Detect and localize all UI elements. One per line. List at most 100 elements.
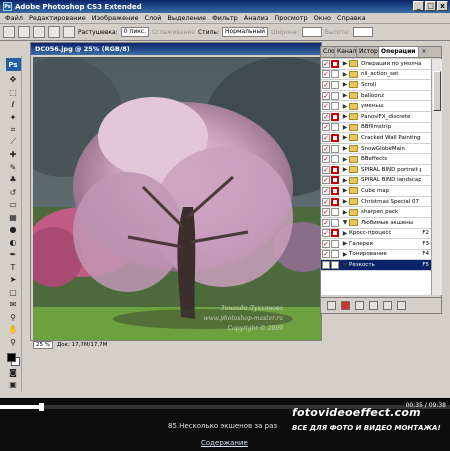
action-row[interactable]: ✓ ▶ Кросс-процесс F2 xyxy=(321,229,431,240)
menu-window[interactable]: Окно xyxy=(311,14,334,22)
screen-mode-icon[interactable]: ▣ xyxy=(7,380,19,391)
menu-edit[interactable]: Редактирование xyxy=(26,14,89,22)
collapsed-arrow-icon[interactable]: ▶ xyxy=(341,124,349,131)
action-check-icon[interactable]: ✓ xyxy=(322,186,330,195)
quick-mask-icon[interactable]: ◙ xyxy=(7,367,19,378)
action-check-icon[interactable]: ✓ xyxy=(322,59,330,68)
new-action-icon[interactable] xyxy=(383,301,392,310)
panel-scrollbar[interactable] xyxy=(431,59,442,295)
menu-help[interactable]: Справка xyxy=(334,14,369,22)
collapsed-arrow-icon[interactable]: ▶ xyxy=(341,240,349,247)
slice-tool-icon[interactable]: ⟋ xyxy=(7,137,19,148)
minimize-button[interactable]: _ xyxy=(413,1,424,11)
action-check-icon[interactable]: ✓ xyxy=(322,239,330,248)
tab-channels[interactable]: Каналы xyxy=(335,47,357,57)
zoom-field[interactable]: 25 % xyxy=(33,341,53,349)
dialog-toggle-icon[interactable] xyxy=(331,176,339,185)
action-row[interactable]: ✓ ▶ SnowGlobeMain xyxy=(321,144,431,155)
dialog-toggle-icon[interactable] xyxy=(331,123,339,132)
dialog-toggle-icon[interactable] xyxy=(331,261,339,270)
pen-tool-icon[interactable]: ✒ xyxy=(7,250,19,261)
collapsed-arrow-icon[interactable]: ▶ xyxy=(341,187,349,194)
action-row[interactable]: ✓ ▶ BBfilmstrip xyxy=(321,123,431,134)
scroll-thumb[interactable] xyxy=(433,71,441,111)
style-select[interactable]: Нормальный xyxy=(221,27,269,37)
tab-actions[interactable]: Операции xyxy=(379,47,419,57)
collapsed-arrow-icon[interactable]: ▶ xyxy=(341,71,349,78)
dialog-toggle-icon[interactable] xyxy=(331,186,339,195)
menu-image[interactable]: Изображение xyxy=(89,14,142,22)
action-row[interactable]: ✓ ▶ Christmas Special 07 xyxy=(321,197,431,208)
action-check-icon[interactable]: ✓ xyxy=(322,144,330,153)
dialog-toggle-icon[interactable] xyxy=(331,229,339,238)
progress-knob[interactable] xyxy=(38,403,44,411)
action-row[interactable]: ✓ ▼ Любимые экшены xyxy=(321,218,431,229)
action-row[interactable]: ✓ ▶ SPIRAL BIND landscape ph... xyxy=(321,176,431,187)
image-canvas[interactable]: Зинаида Лукьянова www.photoshop-master.r… xyxy=(33,57,321,347)
action-row[interactable]: ✓ ▶ Галерея F3 xyxy=(321,239,431,250)
action-check-icon[interactable]: ✓ xyxy=(322,250,330,259)
clone-stamp-icon[interactable]: ♣ xyxy=(7,175,19,186)
width-input[interactable] xyxy=(301,27,322,37)
action-row[interactable]: ✓ ▶ уменьш xyxy=(321,101,431,112)
action-check-icon[interactable] xyxy=(322,261,330,270)
collapsed-arrow-icon[interactable]: ▶ xyxy=(341,81,349,88)
dialog-toggle-icon[interactable] xyxy=(331,218,339,227)
dodge-tool-icon[interactable]: ◐ xyxy=(7,237,19,248)
action-row[interactable]: ✓ ▶ BBeffects xyxy=(321,154,431,165)
action-check-icon[interactable]: ✓ xyxy=(322,197,330,206)
menu-layer[interactable]: Слой xyxy=(141,14,164,22)
collapsed-arrow-icon[interactable]: ▶ xyxy=(341,103,349,110)
action-check-icon[interactable]: ✓ xyxy=(322,80,330,89)
intersect-selection-button[interactable] xyxy=(63,26,75,38)
maximize-button[interactable]: □ xyxy=(425,1,436,11)
gradient-tool-icon[interactable]: ▦ xyxy=(7,212,19,223)
shape-tool-icon[interactable]: ▢ xyxy=(7,287,19,298)
crop-tool-icon[interactable]: ⌗ xyxy=(7,124,19,135)
dialog-toggle-icon[interactable] xyxy=(331,155,339,164)
collapsed-arrow-icon[interactable]: ▶ xyxy=(341,177,349,184)
action-row[interactable]: ✓ ▶ Scroll xyxy=(321,80,431,91)
trash-icon[interactable] xyxy=(397,301,406,310)
stop-icon[interactable] xyxy=(327,301,336,310)
expanded-arrow-icon[interactable]: ▼ xyxy=(341,262,349,269)
menu-view[interactable]: Просмотр xyxy=(271,14,310,22)
dialog-toggle-icon[interactable] xyxy=(331,133,339,142)
type-tool-icon[interactable]: T xyxy=(7,262,19,273)
doc-size-label[interactable]: Док: 17,7M/17,7M xyxy=(57,342,107,348)
action-row[interactable]: ✓ ▶ Операции по умолчанию xyxy=(321,59,431,70)
collapsed-arrow-icon[interactable]: ▶ xyxy=(341,166,349,173)
tab-layers[interactable]: Слои xyxy=(321,47,335,57)
collapsed-arrow-icon[interactable]: ▶ xyxy=(341,92,349,99)
dialog-toggle-icon[interactable] xyxy=(331,80,339,89)
action-check-icon[interactable]: ✓ xyxy=(322,218,330,227)
menu-select[interactable]: Выделение xyxy=(164,14,209,22)
height-input[interactable] xyxy=(352,27,373,37)
action-check-icon[interactable]: ✓ xyxy=(322,155,330,164)
new-selection-button[interactable] xyxy=(18,26,30,38)
magic-wand-icon[interactable]: ✦ xyxy=(7,112,19,123)
move-tool-icon[interactable]: ✥ xyxy=(7,74,19,85)
action-check-icon[interactable]: ✓ xyxy=(322,176,330,185)
action-row[interactable]: ✓ ▶ balloonz xyxy=(321,91,431,102)
dialog-toggle-icon[interactable] xyxy=(331,165,339,174)
dialog-toggle-icon[interactable] xyxy=(331,112,339,121)
collapsed-arrow-icon[interactable]: ▶ xyxy=(341,60,349,67)
blur-tool-icon[interactable]: ● xyxy=(7,225,19,236)
tab-history[interactable]: История xyxy=(357,47,379,57)
collapsed-arrow-icon[interactable]: ▶ xyxy=(341,198,349,205)
dialog-toggle-icon[interactable] xyxy=(331,102,339,111)
lasso-tool-icon[interactable]: ℓ xyxy=(7,99,19,110)
play-icon[interactable] xyxy=(355,301,364,310)
action-row[interactable]: ▼ Резкость F5 xyxy=(321,260,431,271)
tool-preset-picker[interactable] xyxy=(3,26,15,38)
subtract-selection-button[interactable] xyxy=(48,26,60,38)
notes-tool-icon[interactable]: ✉ xyxy=(7,300,19,311)
action-check-icon[interactable]: ✓ xyxy=(322,165,330,174)
hand-tool-icon[interactable]: ✋ xyxy=(7,325,19,336)
action-check-icon[interactable]: ✓ xyxy=(322,229,330,238)
action-row[interactable]: ✓ ▶ PanoslFX_discrete xyxy=(321,112,431,123)
collapsed-arrow-icon[interactable]: ▶ xyxy=(341,145,349,152)
dialog-toggle-icon[interactable] xyxy=(331,250,339,259)
collapsed-arrow-icon[interactable]: ▶ xyxy=(341,113,349,120)
